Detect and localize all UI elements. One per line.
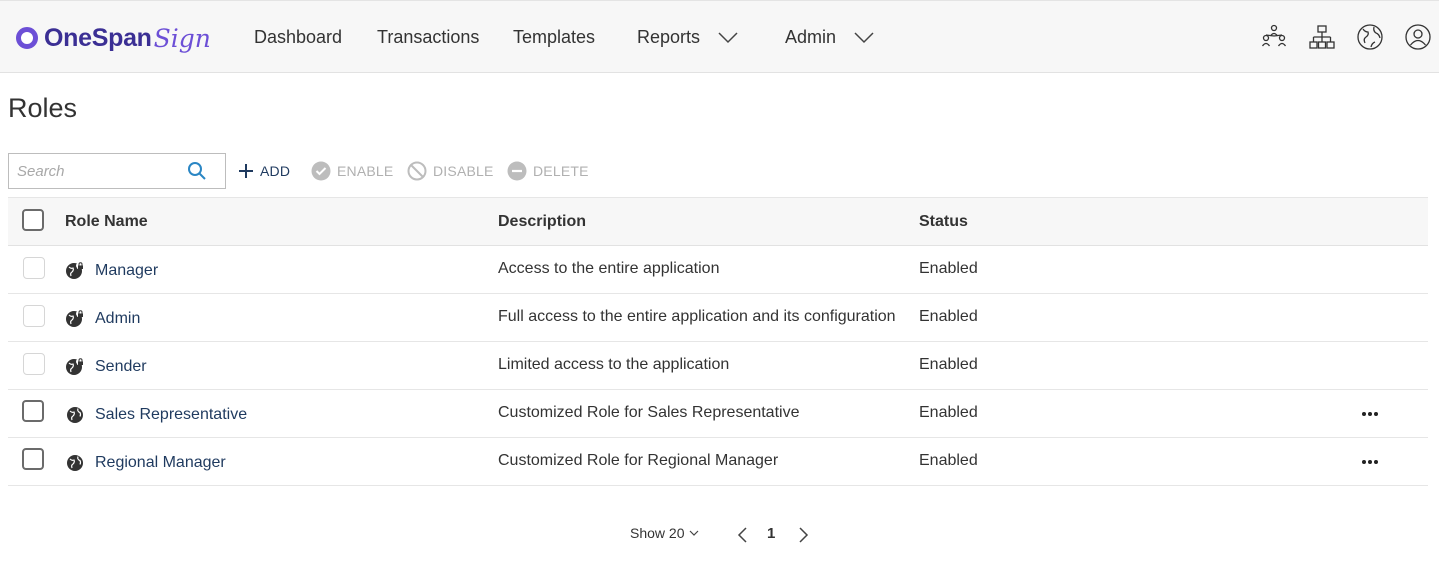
select-all-checkbox[interactable]	[22, 209, 44, 231]
org-chart-icon	[1309, 25, 1335, 49]
table-row: Sender Limited access to the application…	[8, 342, 1428, 390]
row-checkbox[interactable]	[22, 400, 44, 422]
disable-role-button[interactable]: DISABLE	[407, 160, 494, 182]
role-name-link[interactable]: Regional Manager	[95, 454, 226, 472]
system-role-globe-lock-icon	[66, 262, 84, 279]
globe-icon	[1357, 24, 1383, 50]
row-checkbox	[23, 353, 45, 375]
role-name-link[interactable]: Admin	[95, 310, 140, 328]
check-circle-icon	[311, 161, 331, 181]
custom-role-globe-icon	[67, 455, 83, 471]
more-horizontal-icon	[1362, 460, 1378, 464]
role-status: Enabled	[919, 356, 978, 373]
nav-transactions[interactable]: Transactions	[377, 1, 479, 73]
system-role-globe-lock-icon	[66, 310, 84, 327]
chevron-down-icon	[854, 32, 874, 44]
role-status: Enabled	[919, 308, 978, 325]
logo-ring-icon	[16, 27, 38, 49]
nav-templates-label: Templates	[513, 26, 596, 47]
role-name-link[interactable]: Sales Representative	[95, 406, 247, 424]
search-icon[interactable]	[187, 161, 207, 181]
nav-admin[interactable]: Admin	[785, 1, 876, 73]
team-icon-button[interactable]	[1258, 21, 1290, 53]
delete-label: DELETE	[533, 163, 589, 179]
custom-role-globe-icon	[67, 407, 83, 423]
team-icon	[1261, 24, 1287, 47]
search-box	[8, 153, 226, 189]
next-page-chevron-right-icon[interactable]	[795, 524, 811, 546]
more-horizontal-icon	[1362, 412, 1378, 416]
column-header-status[interactable]: Status	[919, 213, 968, 231]
role-description: Full access to the entire application an…	[498, 308, 896, 325]
logo-script-text: Sign	[153, 23, 211, 53]
row-more-options-button[interactable]	[1358, 404, 1382, 424]
chevron-down-icon	[690, 530, 699, 536]
chevron-down-icon	[718, 32, 738, 44]
table-row: Admin Full access to the entire applicat…	[8, 294, 1428, 342]
delete-role-button[interactable]: DELETE	[507, 160, 589, 182]
role-status: Enabled	[919, 404, 978, 421]
role-description: Limited access to the application	[498, 356, 730, 373]
page-title: Roles	[8, 93, 78, 123]
nav-reports[interactable]: Reports	[637, 1, 740, 73]
nav-dashboard-label: Dashboard	[254, 26, 343, 47]
logo-brand-text: OneSpan	[44, 23, 152, 52]
nav-reports-label: Reports	[637, 26, 701, 47]
role-status: Enabled	[919, 452, 978, 469]
row-checkbox	[23, 305, 45, 327]
org-chart-icon-button[interactable]	[1306, 21, 1338, 53]
nav-transactions-label: Transactions	[377, 26, 480, 47]
search-input[interactable]	[9, 154, 179, 188]
current-page-number[interactable]: 1	[767, 525, 775, 542]
user-profile-icon-button[interactable]	[1402, 21, 1434, 53]
user-icon	[1405, 24, 1431, 50]
system-role-globe-lock-icon	[66, 358, 84, 375]
add-label: ADD	[260, 163, 291, 179]
language-globe-icon-button[interactable]	[1354, 21, 1386, 53]
role-name-link[interactable]: Manager	[95, 262, 158, 280]
role-name-link[interactable]: Sender	[95, 358, 147, 376]
plus-icon	[239, 164, 253, 178]
table-row: Sales Representative Customized Role for…	[8, 390, 1428, 438]
row-more-options-button[interactable]	[1358, 452, 1382, 472]
table-row: Manager Access to the entire application…	[8, 246, 1428, 294]
onespan-sign-logo[interactable]: OneSpan Sign	[16, 21, 211, 55]
table-row: Regional Manager Customized Role for Reg…	[8, 438, 1428, 486]
disable-label: DISABLE	[433, 163, 494, 179]
role-description: Customized Role for Regional Manager	[498, 452, 779, 469]
row-checkbox[interactable]	[22, 448, 44, 470]
nav-admin-label: Admin	[785, 26, 837, 47]
add-role-button[interactable]: ADD	[238, 160, 290, 182]
enable-role-button[interactable]: ENABLE	[311, 160, 393, 182]
row-checkbox	[23, 257, 45, 279]
page-size-label: Show 20	[630, 525, 685, 541]
role-status: Enabled	[919, 260, 978, 277]
enable-label: ENABLE	[337, 163, 394, 179]
page-size-dropdown[interactable]: Show 20	[630, 525, 700, 541]
column-header-role-name[interactable]: Role Name	[65, 213, 148, 231]
nav-templates[interactable]: Templates	[513, 1, 595, 73]
previous-page-chevron-left-icon[interactable]	[735, 524, 751, 546]
role-description: Customized Role for Sales Representative	[498, 404, 800, 421]
table-header: Role Name Description Status	[8, 197, 1428, 246]
minus-circle-icon	[507, 161, 527, 181]
column-header-description[interactable]: Description	[498, 213, 586, 231]
top-navigation-bar: OneSpan Sign Dashboard Transactions Temp…	[0, 0, 1439, 73]
nav-dashboard[interactable]: Dashboard	[254, 1, 342, 73]
ban-icon	[407, 161, 427, 181]
role-description: Access to the entire application	[498, 260, 720, 277]
